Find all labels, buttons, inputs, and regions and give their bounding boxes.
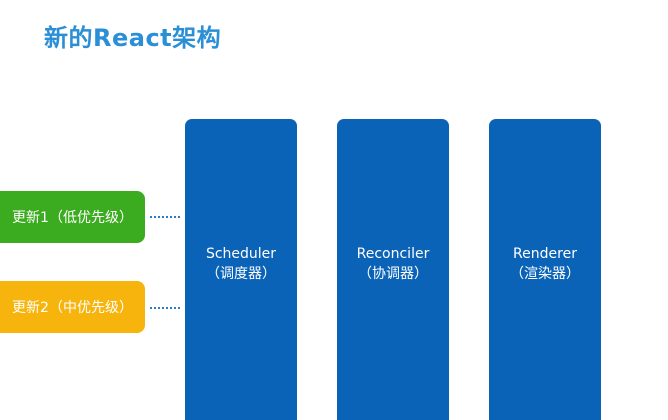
dotted-connector-1 — [150, 216, 180, 218]
dotted-connector-2 — [150, 307, 180, 309]
renderer-module: Renderer （渲染器） — [489, 119, 601, 420]
reconciler-module: Reconciler （协调器） — [337, 119, 449, 420]
renderer-subtitle: （渲染器） — [510, 265, 580, 282]
scheduler-name: Scheduler — [205, 245, 277, 262]
reconciler-subtitle: （协调器） — [358, 265, 428, 282]
scheduler-module: Scheduler （调度器） — [185, 119, 297, 420]
architecture-diagram: 新的React架构 更新1（低优先级） 更新2（中优先级） Scheduler … — [0, 0, 668, 420]
scheduler-subtitle: （调度器） — [206, 265, 276, 282]
reconciler-name: Reconciler — [356, 245, 430, 262]
update-1-low-priority: 更新1（低优先级） — [0, 191, 145, 243]
update-2-medium-priority: 更新2（中优先级） — [0, 281, 145, 333]
renderer-name: Renderer — [513, 245, 577, 262]
slide-title: 新的React架构 — [44, 24, 222, 52]
